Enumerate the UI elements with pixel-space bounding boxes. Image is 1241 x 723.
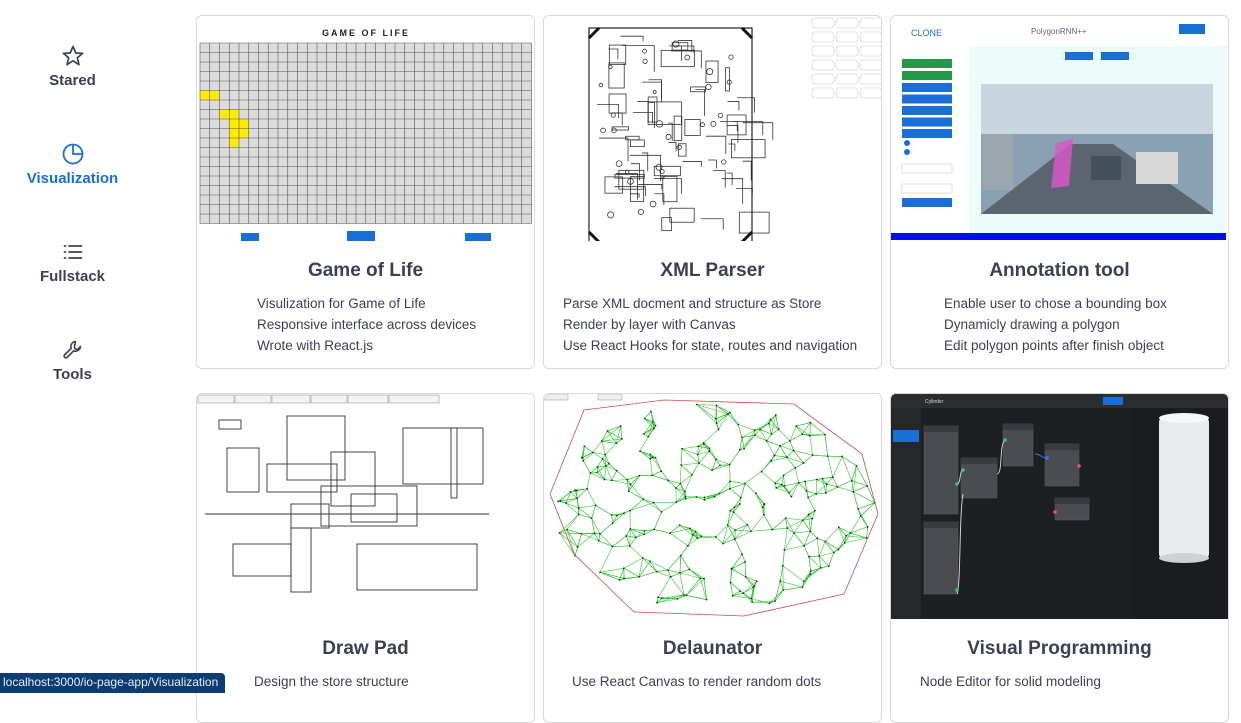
project-card-annotation-tool[interactable]: CLONE PolygonRNN++ Annotation to [890,15,1229,369]
card-line: Use React Hooks for state, routes and na… [563,335,881,356]
wrench-icon [61,338,85,362]
sidebar-item-label: Fullstack [0,268,145,285]
card-line: Node Editor for solid modeling [920,671,1228,692]
card-title: Delaunator [544,638,881,660]
card-title: Visual Programming [891,638,1228,660]
card-line: Wrote with React.js [257,335,534,356]
card-description: Design the store structure [197,671,534,692]
card-thumbnail: Cylinder [891,394,1228,619]
project-card-draw-pad[interactable]: Draw Pad Design the store structure [196,393,535,723]
sidebar-item-label: Stared [0,72,145,89]
card-title: XML Parser [544,260,881,282]
card-thumbnail [544,16,881,241]
vp-panel: Cylinder [925,399,944,405]
card-line: Enable user to chose a bounding box [944,293,1228,314]
sidebar-item-label: Visualization [0,170,145,187]
sidebar-item-stared[interactable]: Stared [0,44,145,89]
star-icon [61,44,85,68]
card-line: Render by layer with Canvas [563,314,881,335]
card-line: Visulization for Game of Life [257,293,534,314]
sidebar-item-tools[interactable]: Tools [0,338,145,383]
list-icon [61,240,85,264]
project-card-xml-parser[interactable]: XML Parser Parse XML docment and structu… [543,15,882,369]
card-line: Edit polygon points after finish object [944,335,1228,356]
gol-heading: GAME OF LIFE [322,28,410,38]
annot-brand: PolygonRNN++ [1031,27,1087,36]
card-description: Visulization for Game of Life Responsive… [197,293,534,356]
draw-pad-preview [197,394,534,619]
card-description: Parse XML docment and structure as Store… [544,293,881,356]
card-line: Use React Canvas to render random dots [572,671,881,692]
sidebar-item-visualization[interactable]: Visualization [0,142,145,187]
annot-clone: CLONE [911,28,942,38]
card-thumbnail [544,394,881,619]
project-card-game-of-life[interactable]: GAME OF LIFE Game of Life Visulization f… [196,15,535,369]
sidebar-item-fullstack[interactable]: Fullstack [0,240,145,285]
project-card-delaunator[interactable]: Delaunator Use React Canvas to render ra… [543,393,882,723]
card-title: Draw Pad [197,638,534,660]
sidebar-item-label: Tools [0,366,145,383]
card-line: Parse XML docment and structure as Store [563,293,881,314]
sidebar: Stared Visualization Fullstack Tools [0,0,145,693]
xml-parser-preview [544,16,881,241]
game-of-life-preview: GAME OF LIFE [197,16,534,241]
card-thumbnail: GAME OF LIFE [197,16,534,241]
card-description: Node Editor for solid modeling [891,671,1228,692]
card-line: Design the store structure [254,671,534,692]
card-thumbnail: CLONE PolygonRNN++ [891,16,1228,241]
project-grid: GAME OF LIFE Game of Life Visulization f… [196,15,1230,715]
visual-programming-preview: Cylinder [891,394,1228,619]
annotation-tool-preview: CLONE PolygonRNN++ [891,16,1228,241]
card-description: Enable user to chose a bounding box Dyna… [891,293,1228,356]
project-card-visual-programming[interactable]: Cylinder Visual Programming Node Editor … [890,393,1229,723]
card-line: Dynamicly drawing a polygon [944,314,1228,335]
card-title: Game of Life [197,260,534,282]
card-title: Annotation tool [891,260,1228,282]
card-description: Use React Canvas to render random dots [544,671,881,692]
card-line: Responsive interface across devices [257,314,534,335]
status-bar-url: localhost:3000/io-page-app/Visualization [0,673,225,693]
pie-chart-icon [61,142,85,166]
card-thumbnail [197,394,534,619]
delaunator-preview [544,394,881,619]
